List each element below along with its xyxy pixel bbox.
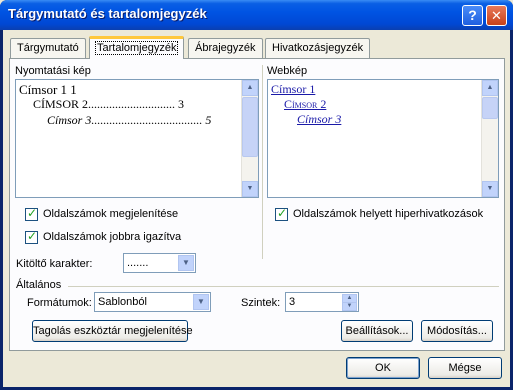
chevron-down-icon[interactable]: ▼ — [193, 294, 209, 310]
levels-label: Szintek: — [241, 297, 281, 309]
print-preview-scrollbar[interactable]: ▲ ▼ — [241, 80, 258, 197]
dialog-body: Tárgymutató Tartalomjegyzék Ábrajegyzék … — [3, 30, 510, 387]
formats-select[interactable]: Sablonból ▼ — [94, 292, 211, 312]
right-align-label: Oldalszámok jobbra igazítva — [43, 231, 182, 243]
print-preview-label: Nyomtatási kép — [15, 65, 91, 77]
chevron-down-icon[interactable]: ▼ — [178, 255, 194, 271]
tab-leader-label: Kitöltő karakter: — [16, 258, 93, 270]
right-align-checkbox[interactable] — [25, 229, 38, 244]
levels-spinner[interactable]: 3 ▲ ▼ — [285, 292, 359, 312]
preview-heading-2: CÍMSOR 2............................. 3 — [33, 97, 185, 111]
general-group-line — [68, 286, 499, 287]
cancel-button[interactable]: Mégse — [428, 357, 502, 379]
scroll-up-arrow-icon[interactable]: ▲ — [242, 80, 258, 96]
scroll-thumb[interactable] — [242, 97, 258, 157]
close-button[interactable]: ✕ — [486, 5, 507, 26]
tab-label: Tartalomjegyzék — [94, 41, 179, 55]
tab-panel: Nyomtatási kép Címsor 1 1 CÍMSOR 2......… — [9, 58, 505, 351]
tab-leader-select[interactable]: ....... ▼ — [123, 253, 196, 273]
hyperlinks-checkbox[interactable] — [275, 206, 288, 221]
web-link-heading-3[interactable]: Címsor 3 — [297, 112, 341, 127]
title-bar: Tárgymutató és tartalomjegyzék ? ✕ — [0, 0, 513, 30]
tab-label: Hivatkozásjegyzék — [272, 42, 364, 54]
tab-label: Ábrajegyzék — [195, 42, 256, 54]
general-group-label: Általános — [16, 279, 62, 291]
scroll-down-arrow-icon[interactable]: ▼ — [242, 181, 258, 197]
tab-table-of-contents[interactable]: Tartalomjegyzék — [89, 36, 185, 59]
tab-table-of-authorities[interactable]: Hivatkozásjegyzék — [265, 38, 371, 58]
formats-value: Sablonból — [98, 296, 147, 308]
modify-button[interactable]: Módosítás... — [421, 320, 493, 342]
web-link-heading-1[interactable]: Címsor 1 — [271, 82, 315, 97]
scroll-down-arrow-icon[interactable]: ▼ — [482, 181, 498, 197]
tab-index[interactable]: Tárgymutató — [10, 38, 86, 58]
scroll-up-arrow-icon[interactable]: ▲ — [482, 80, 498, 96]
ok-button[interactable]: OK — [346, 357, 420, 379]
web-preview-scrollbar[interactable]: ▲ ▼ — [481, 80, 498, 197]
web-link-heading-2[interactable]: Címsor 2 — [284, 97, 326, 112]
spin-down-icon[interactable]: ▼ — [342, 302, 357, 311]
formats-label: Formátumok: — [27, 297, 92, 309]
hyperlinks-label: Oldalszámok helyett hiperhivatkozások — [293, 208, 484, 220]
preview-heading-1: Címsor 1 1 — [19, 82, 77, 97]
outline-toolbar-button[interactable]: Tagolás eszköztár megjelenítése — [32, 320, 193, 342]
options-button[interactable]: Beállítások... — [341, 320, 413, 342]
show-page-numbers-label: Oldalszámok megjelenítése — [43, 208, 179, 220]
section-divider — [262, 65, 263, 259]
levels-value: 3 — [289, 296, 296, 308]
tab-label: Tárgymutató — [17, 42, 79, 54]
print-preview-box[interactable]: Címsor 1 1 CÍMSOR 2.....................… — [15, 79, 259, 198]
window-title: Tárgymutató és tartalomjegyzék — [8, 6, 207, 21]
web-preview-box[interactable]: Címsor 1 Címsor 2 Címsor 3 ▲ ▼ — [267, 79, 499, 198]
help-button[interactable]: ? — [462, 5, 483, 26]
dialog-window: Tárgymutató és tartalomjegyzék ? ✕ Tárgy… — [0, 0, 513, 390]
scroll-thumb[interactable] — [482, 97, 498, 119]
tab-leader-value: ....... — [127, 257, 149, 269]
tab-table-of-figures[interactable]: Ábrajegyzék — [188, 38, 263, 58]
show-page-numbers-checkbox[interactable] — [25, 206, 38, 221]
preview-heading-3: Címsor 3................................… — [47, 113, 212, 127]
web-preview-label: Webkép — [267, 65, 308, 77]
